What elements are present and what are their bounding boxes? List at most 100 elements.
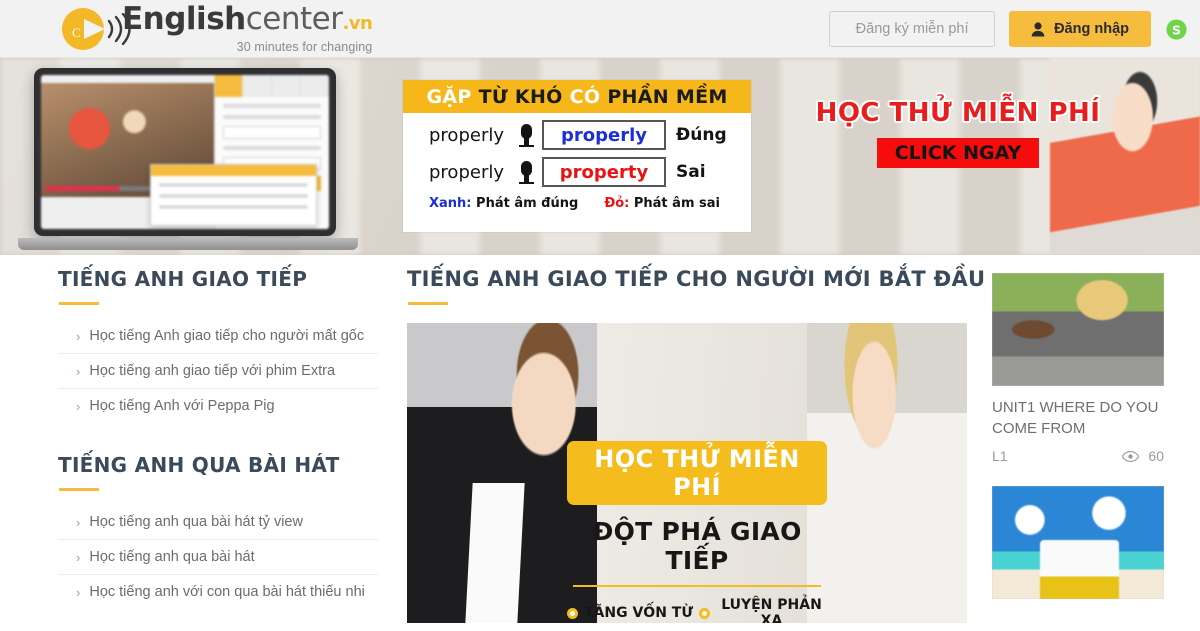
recognized-word-box: property [542,157,666,187]
site-header: C Englishcenter.vn 30 minutes for changi… [0,0,1200,58]
sound-wave-icon [107,13,131,45]
lesson-card[interactable]: UNIT1 WHERE DO YOU COME FROM L1 60 [992,273,1164,464]
page-content: TIẾNG ANH GIAO TIẾP › Học tiếng Anh giao… [0,255,1200,631]
legend-wrong-key: Đỏ: [604,196,630,211]
lesson-title[interactable]: UNIT1 WHERE DO YOU COME FROM [992,397,1164,439]
site-logo[interactable]: C Englishcenter.vn 30 minutes for changi… [62,1,373,55]
laptop-screen [41,75,329,229]
promo-banner[interactable]: GẶP TỪ KHÓ CÓ PHẦN MỀM properly properly… [0,58,1200,255]
lesson-view-count: 60 [1148,448,1164,464]
beach-family-photo [992,486,1164,599]
logo-tagline: 30 minutes for changing [236,40,373,54]
chevron-right-icon: › [76,584,81,600]
lesson-thumbnail[interactable] [992,273,1164,386]
legend-correct: Xanh: Phát âm đúng [429,196,578,211]
recognized-word-box: properly [542,120,666,150]
legend-wrong-text: Phát âm sai [633,196,720,211]
page-title: TIẾNG ANH GIAO TIẾP CHO NGƯỜI MỚI BẮT ĐẦ… [407,267,986,291]
logo-letter: C [72,25,81,40]
laptop-base [18,238,358,250]
chevron-right-icon: › [76,514,81,530]
sidebar-link-label: Học tiếng anh qua bài hát [89,549,255,565]
banner-headline: HỌC THỬ MIỄN PHÍ [815,98,1101,128]
section-underline [59,488,99,491]
chevron-right-icon: › [76,328,81,344]
screen-tabs [214,75,329,97]
logo-mark-icon: C [62,6,131,52]
logo-name-light: center [245,1,343,37]
screen-popup-header [151,165,317,177]
bullet-dot-icon [567,607,578,619]
hero-feature-list: TĂNG VỐN TỪ LUYỆN PHẢN XẠ LUYỆN NÓI CÂU … [567,597,827,623]
lesson-views: 60 [1122,448,1164,464]
screen-tab [214,75,244,97]
sidebar-link-list: › Học tiếng Anh giao tiếp cho người mất … [58,319,378,423]
bicycle-couple-photo [992,273,1164,386]
header-actions: Đăng ký miễn phí Đăng nhập S [829,11,1188,47]
screen-tab [271,75,301,97]
banner-cta-block: HỌC THỬ MIỄN PHÍ CLICK NGAY [808,98,1108,168]
lesson-meta: L1 60 [992,448,1164,464]
hero-article-image[interactable]: HỌC THỬ MIỄN PHÍ ĐỘT PHÁ GIAO TIẾP TĂNG … [407,323,967,623]
verdict-label: Đúng [676,125,727,145]
sidebar-link-label: Học tiếng anh qua bài hát tỷ view [89,514,303,530]
sidebar-link[interactable]: › Học tiếng anh giao tiếp với phim Extra [58,354,378,389]
sidebar-link[interactable]: › Học tiếng anh với con qua bài hát thiế… [58,575,378,609]
logo-tld: .vn [342,13,373,34]
lesson-level: L1 [992,448,1008,464]
screen-text-line [159,183,309,188]
banner-title-part2: TỪ KHÓ [478,85,563,108]
logo-wordmark: Englishcenter.vn 30 minutes for changing [122,1,373,55]
eye-icon [1122,450,1140,462]
main-column: TIẾNG ANH GIAO TIẾP CHO NGƯỜI MỚI BẮT ĐẦ… [407,267,986,623]
hero-feature-label: LUYỆN PHẢN XẠ [721,597,822,623]
lesson-thumbnail[interactable] [992,486,1164,599]
hero-pill-label: HỌC THỬ MIỄN PHÍ [567,441,827,505]
recognized-word: property [559,161,649,183]
banner-title-part4: PHẦN MỀM [607,85,728,108]
recognized-word: properly [560,124,647,146]
chevron-right-icon: › [76,363,81,379]
source-word: properly [429,124,504,146]
screen-text-line [159,194,309,199]
logo-name-bold: English [122,1,246,37]
legend-correct-key: Xanh: [429,196,472,211]
login-label: Đăng nhập [1054,21,1129,37]
screen-text-line [222,146,321,150]
logo-title: Englishcenter.vn [122,1,373,39]
screen-text-line [159,205,309,210]
logo-notch-shape [84,19,105,39]
banner-cta-button[interactable]: CLICK NGAY [876,138,1040,168]
banner-title-part1: GẶP [426,85,472,108]
sidebar-link[interactable]: › Học tiếng Anh giao tiếp cho người mất … [58,319,378,354]
sidebar-link-list: › Học tiếng anh qua bài hát tỷ view › Họ… [58,505,378,609]
hero-overlay-card: HỌC THỬ MIỄN PHÍ ĐỘT PHÁ GIAO TIẾP TĂNG … [567,441,827,623]
sidebar-section-title: TIẾNG ANH QUA BÀI HÁT [58,453,340,477]
banner-feature-card: GẶP TỪ KHÓ CÓ PHẦN MỀM properly properly… [403,80,751,232]
hero-divider [573,585,821,587]
bullet-dot-icon [699,607,710,619]
hero-feature-label: TĂNG VỐN TỪ [584,605,694,621]
hero-subtitle: ĐỘT PHÁ GIAO TIẾP [592,517,802,575]
screen-tab [300,75,329,97]
left-sidebar: TIẾNG ANH GIAO TIẾP › Học tiếng Anh giao… [58,267,378,631]
lesson-card[interactable] [992,486,1164,599]
sidebar-link-label: Học tiếng Anh giao tiếp cho người mất gố… [89,328,365,344]
sidebar-link[interactable]: › Học tiếng anh qua bài hát [58,540,378,575]
skype-icon[interactable]: S [1165,18,1188,41]
register-button[interactable]: Đăng ký miễn phí [829,11,996,47]
login-button[interactable]: Đăng nhập [1009,11,1151,47]
screen-text-line [222,115,321,119]
hero-photo-woman [807,323,967,623]
sidebar-link[interactable]: › Học tiếng anh qua bài hát tỷ view [58,505,378,540]
hero-feature: TĂNG VỐN TỪ [567,597,695,623]
sidebar-link-label: Học tiếng Anh với Peppa Pig [89,398,275,414]
section-underline [59,302,99,305]
banner-legend: Xanh: Phát âm đúng Đỏ: Phát âm sai [403,187,751,211]
sidebar-link-label: Học tiếng anh với con qua bài hát thiếu … [89,584,365,600]
svg-text:S: S [1172,22,1181,37]
banner-card-title: GẶP TỪ KHÓ CÓ PHẦN MỀM [403,80,751,113]
legend-correct-text: Phát âm đúng [476,196,579,211]
sidebar-link[interactable]: › Học tiếng Anh với Peppa Pig [58,389,378,423]
verdict-label: Sai [676,162,706,182]
